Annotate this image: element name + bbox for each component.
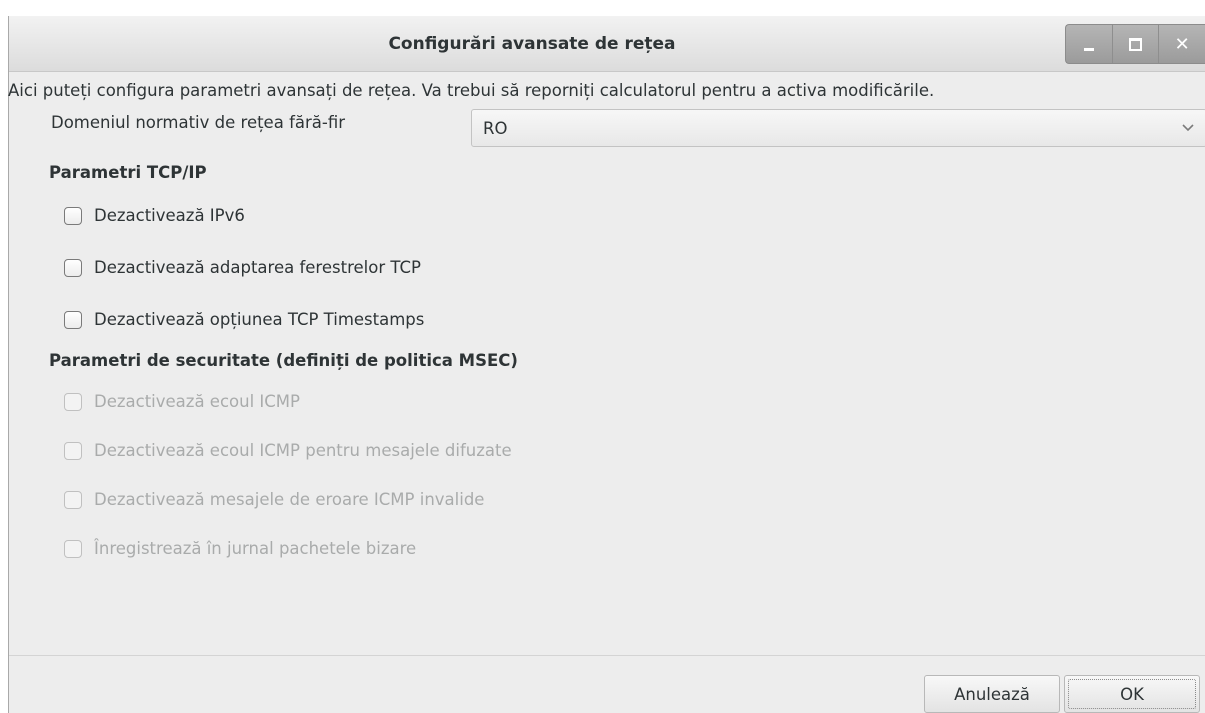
regulatory-domain-select[interactable]: RO (471, 109, 1205, 147)
checkbox-row-disable-icmp-echo: Dezactivează ecoul ICMP (64, 392, 300, 411)
checkbox-row-disable-ipv6[interactable]: Dezactivează IPv6 (64, 206, 245, 225)
checkbox-label: Dezactivează opțiunea TCP Timestamps (94, 310, 425, 329)
window-controls: ✕ (1065, 24, 1205, 64)
title-bar[interactable]: Configurări avansate de rețea ✕ (9, 16, 1205, 72)
checkbox-disable-ipv6[interactable] (64, 206, 82, 225)
checkbox-label: Dezactivează adaptarea ferestrelor TCP (94, 258, 421, 277)
maximize-icon (1129, 37, 1142, 51)
checkbox-log-martians (64, 539, 82, 558)
focus-ring (1068, 679, 1196, 709)
minimize-button[interactable] (1066, 25, 1113, 63)
tcp-section-title: Parametri TCP/IP (49, 163, 207, 182)
regulatory-domain-label: Domeniul normativ de rețea fără-fir (51, 113, 346, 132)
regulatory-domain-value: RO (483, 118, 508, 138)
checkbox-disable-icmp-echo (64, 392, 82, 411)
minimize-icon (1083, 47, 1094, 51)
checkbox-disable-tcp-timestamps[interactable] (64, 310, 82, 329)
maximize-button[interactable] (1113, 25, 1160, 63)
footer-separator (9, 655, 1205, 656)
checkbox-label: Dezactivează ecoul ICMP pentru mesajele … (94, 441, 512, 460)
checkbox-row-disable-icmp-broadcast-echo: Dezactivează ecoul ICMP pentru mesajele … (64, 441, 512, 460)
close-icon: ✕ (1174, 33, 1190, 55)
checkbox-row-disable-tcp-window-scaling[interactable]: Dezactivează adaptarea ferestrelor TCP (64, 258, 421, 277)
window-title: Configurări avansate de rețea (388, 34, 676, 54)
chevron-down-icon (1182, 124, 1194, 132)
checkbox-label: Dezactivează mesajele de eroare ICMP inv… (94, 490, 485, 509)
dialog-window: Configurări avansate de rețea ✕ Aici put… (8, 16, 1205, 713)
checkbox-disable-invalid-icmp-errors (64, 490, 82, 509)
checkbox-label: Dezactivează ecoul ICMP (94, 392, 300, 411)
checkbox-disable-icmp-broadcast-echo (64, 441, 82, 460)
checkbox-label: Dezactivează IPv6 (94, 206, 245, 225)
checkbox-row-disable-invalid-icmp-errors: Dezactivează mesajele de eroare ICMP inv… (64, 490, 484, 509)
cancel-button[interactable]: Anulează (924, 675, 1060, 713)
intro-text: Aici puteți configura parametri avansați… (8, 81, 935, 100)
security-section-title: Parametri de securitate (definiți de pol… (49, 351, 518, 370)
close-button[interactable]: ✕ (1159, 25, 1205, 63)
checkbox-row-disable-tcp-timestamps[interactable]: Dezactivează opțiunea TCP Timestamps (64, 310, 424, 329)
checkbox-row-log-martians: Înregistrează în jurnal pachetele bizare (64, 539, 416, 558)
checkbox-label: Înregistrează în jurnal pachetele bizare (94, 539, 417, 558)
ok-button[interactable]: OK (1064, 675, 1200, 713)
checkbox-disable-tcp-window-scaling[interactable] (64, 258, 82, 277)
